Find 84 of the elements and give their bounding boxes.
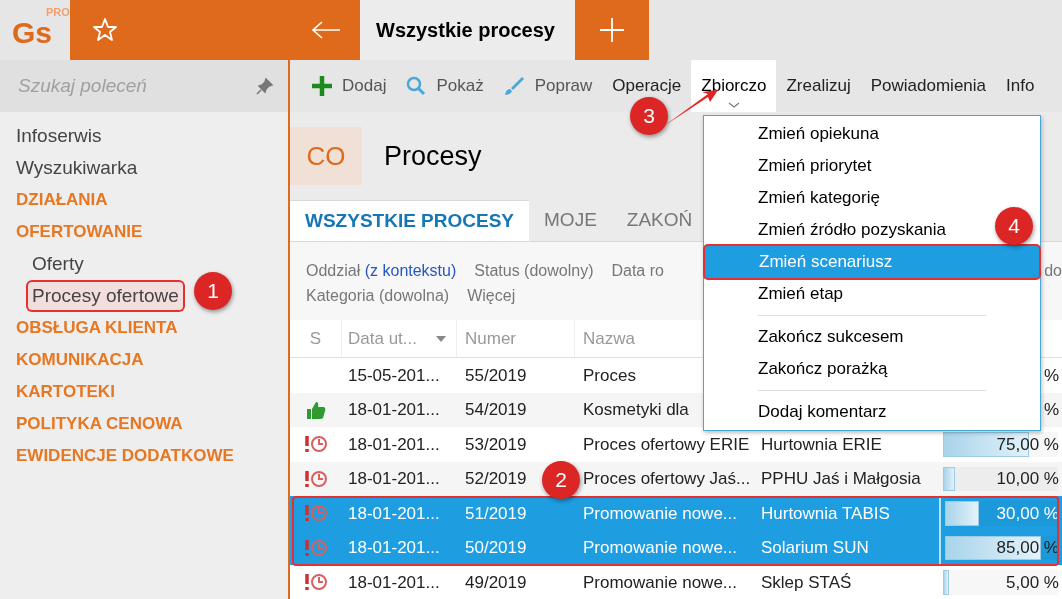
thumbs-up-icon (306, 399, 326, 420)
toolbar-button[interactable]: Powiadomienia (860, 60, 997, 112)
toolbar-button[interactable]: Zbiorczo (691, 60, 777, 112)
alarm-clock-icon (304, 572, 328, 593)
menu-item[interactable]: Zmień etap (758, 281, 844, 307)
toolbar-button[interactable]: Dodaj (302, 60, 397, 112)
menu-item[interactable]: Zmień priorytet (758, 153, 872, 179)
filter-label[interactable]: Kategoria (dowolna) (306, 283, 450, 308)
filter-label[interactable]: Status (dowolny) (474, 258, 594, 283)
table-cell-text: 75,00 % (996, 433, 1059, 456)
table-cell-text: 18-01-201... (348, 571, 440, 594)
logo-superscript-text: PRO (46, 7, 70, 18)
filter-label[interactable]: do (1044, 258, 1062, 283)
toolbar-button[interactable]: Pokaż (396, 60, 494, 112)
table-cell-text: 55/2019 (465, 364, 527, 387)
search-field[interactable]: Szukaj poleceń (18, 71, 238, 101)
table-cell-text: Solarium SUN (761, 537, 869, 559)
plus-icon (600, 18, 624, 42)
menu-item[interactable]: Zmień opiekuna (758, 121, 879, 147)
page-title: Procesy (384, 139, 482, 173)
new-tab-button[interactable] (575, 0, 649, 60)
table-cell-text: 18-01-201... (348, 468, 440, 490)
brush-icon (503, 76, 525, 96)
search-box[interactable]: Szukaj poleceń (0, 60, 288, 112)
table-cell-text: 18-01-201... (348, 399, 440, 421)
document-tab[interactable]: Wszystkie procesy (360, 0, 575, 60)
table-cell-text: Promowanie nowe... (583, 571, 738, 594)
search-icon (406, 76, 427, 96)
table-cell-text: Proces ofertowy Jaś... (583, 468, 751, 490)
view-tab[interactable]: WSZYSTKIE PROCESY (290, 200, 530, 241)
sidebar-item[interactable]: Procesy ofertowe (28, 281, 183, 311)
view-tab[interactable]: MOJE (529, 200, 612, 241)
chevron-down-icon (727, 102, 740, 109)
alarm-clock-icon (304, 503, 328, 524)
table-cell-text: Hurtownia ERIE (761, 433, 882, 456)
table-cell-text: 50/2019 (465, 537, 527, 559)
filter-label[interactable]: Oddział (z kontekstu) (306, 258, 457, 283)
alarm-clock-icon (304, 537, 328, 558)
table-cell-text: Promowanie nowe... (583, 537, 738, 559)
sidebar-item[interactable]: Wyszukiwarka (16, 153, 138, 183)
toolbar-button[interactable]: Popraw (493, 60, 603, 112)
table-cell-text: Kosmetyki dla (583, 399, 689, 421)
plus-icon (312, 76, 332, 96)
table-cell-text: 18-01-201... (348, 502, 440, 525)
menu-item[interactable]: Zakończ porażką (758, 356, 888, 382)
table-cell-text: 5,00 % (1006, 571, 1059, 594)
view-tab[interactable]: ZAKOŃ (611, 200, 708, 241)
filter-label[interactable]: Data ro (611, 258, 664, 283)
table-cell-text: 53/2019 (465, 433, 527, 456)
alarm-clock-icon (304, 434, 328, 455)
sidebar-item[interactable]: Infoserwis (16, 121, 102, 151)
pin-icon (256, 77, 274, 95)
logo-text: Gs (12, 18, 53, 48)
table-cell-text: 18-01-201... (348, 433, 440, 456)
table-cell-text: 15-05-201... (348, 364, 440, 387)
table-cell-text: 10,00 % (996, 468, 1059, 490)
table-cell-text: 54/2019 (465, 399, 527, 421)
table-cell-text: 51/2019 (465, 502, 527, 525)
table-cell-text: Sklep STAŚ (761, 571, 852, 594)
table-cell-text: 49/2019 (465, 571, 527, 594)
sort-down-icon (436, 335, 446, 342)
table-cell-text: 52/2019 (465, 468, 527, 490)
menu-item[interactable]: Dodaj komentarz (758, 399, 887, 425)
filter-label[interactable]: Więcej (467, 283, 516, 308)
back-arrow-icon (310, 20, 342, 40)
sidebar-item[interactable]: Oferty (28, 249, 88, 279)
table-cell-text: % (1043, 364, 1059, 387)
toolbar-button[interactable]: Zrealizuj (776, 60, 861, 112)
table-cell-text: Hurtownia TABIS (761, 502, 890, 525)
toolbar-button[interactable]: Info (996, 60, 1045, 112)
table-cell-text: Proces ofertowy ERIE (583, 433, 750, 456)
favorites-button[interactable] (92, 17, 118, 43)
table-cell-text: % (1043, 399, 1059, 421)
menu-item[interactable]: Zakończ sukcesem (758, 324, 904, 350)
back-button[interactable] (310, 20, 342, 40)
alarm-clock-icon (304, 468, 328, 489)
table-cell-text: PPHU Jaś i Małgosia (761, 468, 921, 490)
menu-item[interactable]: Zmień kategorię (758, 185, 880, 211)
table-cell-text: Promowanie nowe... (583, 502, 738, 525)
table-cell-text: 18-01-201... (348, 537, 440, 559)
menu-item[interactable]: Zmień źródło pozyskania (758, 217, 947, 243)
table-cell-text: Proces (583, 364, 636, 387)
module-badge: CO (290, 127, 362, 185)
star-icon (92, 17, 118, 43)
